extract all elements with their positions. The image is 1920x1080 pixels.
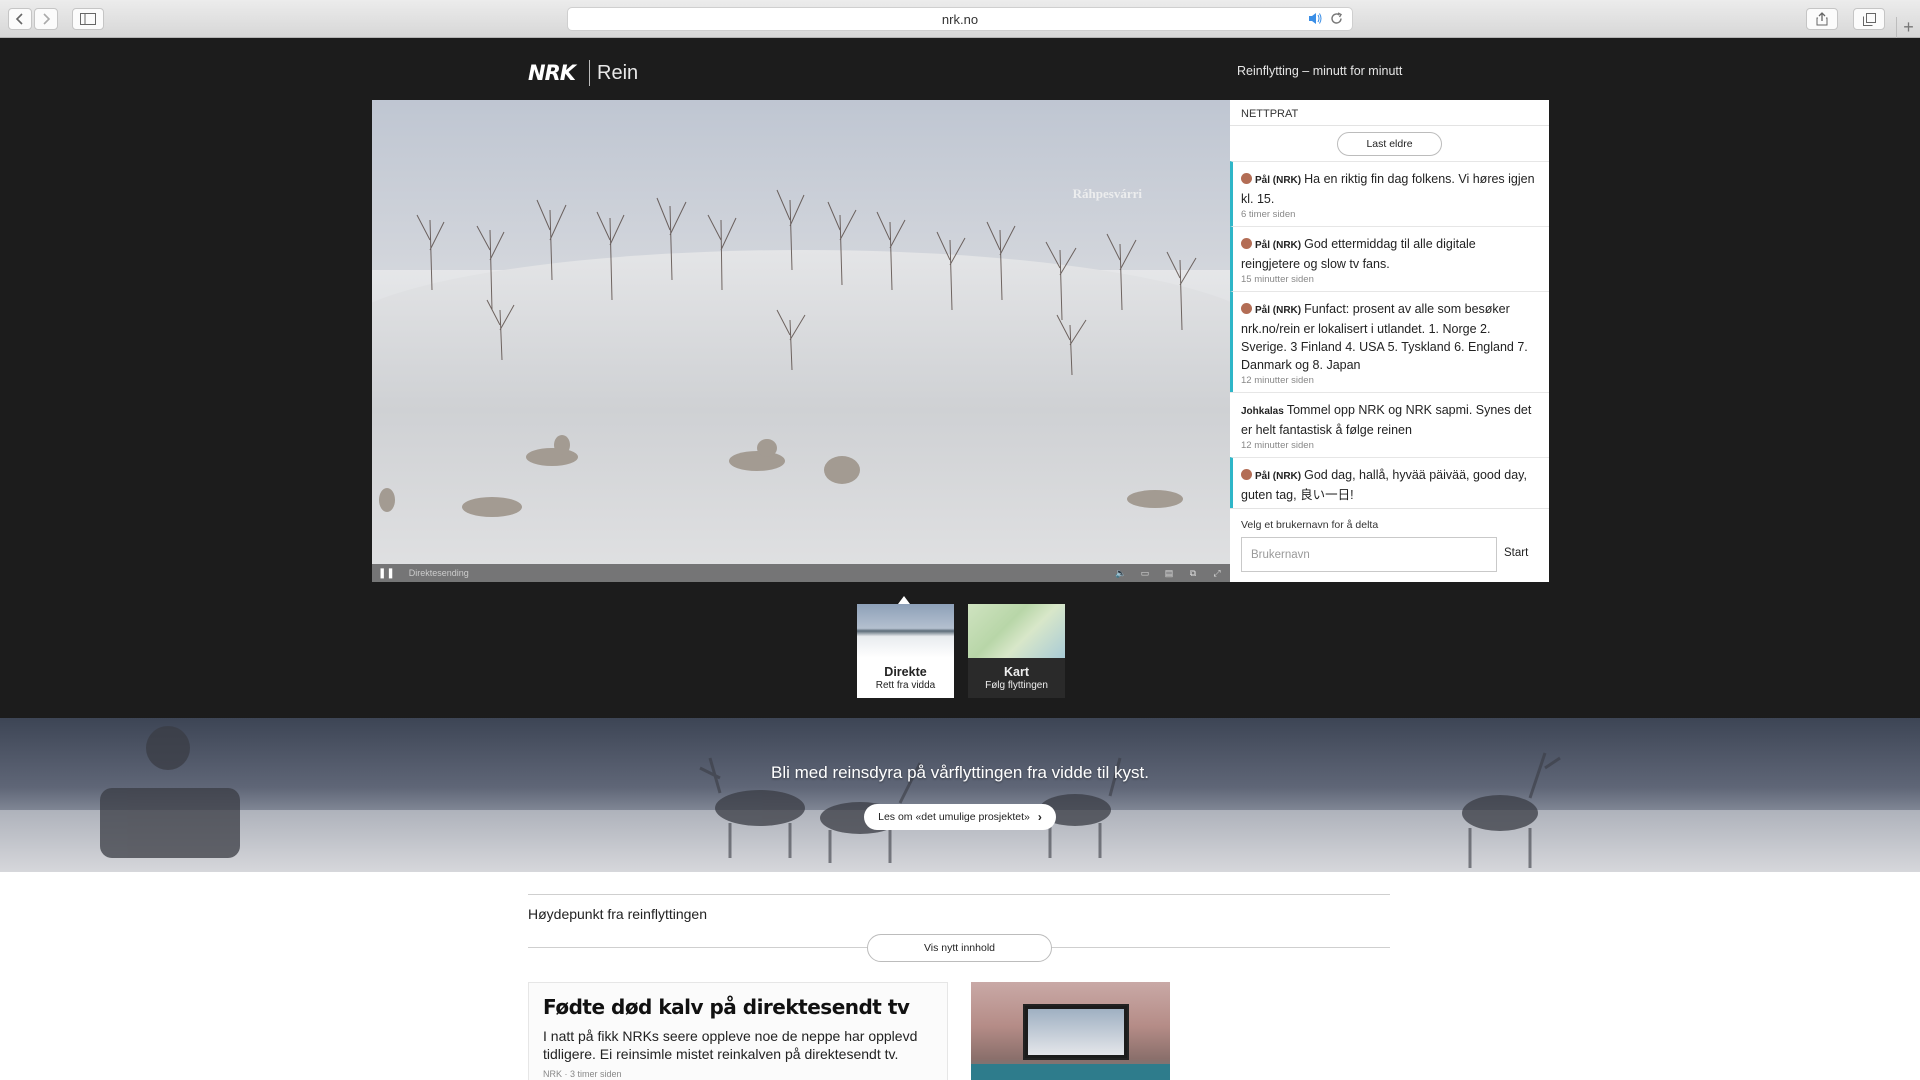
- volume-icon[interactable]: 🔈: [1114, 568, 1128, 578]
- section-name: Rein: [597, 61, 639, 84]
- active-tab-caret: [898, 596, 910, 604]
- share-button[interactable]: [1806, 8, 1838, 30]
- avatar-icon: [1241, 238, 1252, 249]
- live-status: Direktesending: [408, 568, 469, 578]
- chat-author: Johkalas: [1241, 406, 1284, 417]
- chat-message: Pål (NRK) God ettermiddag til alle digita…: [1230, 226, 1549, 291]
- chat-time: 15 minutter siden: [1241, 274, 1314, 285]
- pause-icon[interactable]: ❚❚: [378, 568, 395, 579]
- chat-text: Tommel opp NRK og NRK sapmi. Synes det e…: [1241, 403, 1532, 437]
- join-label: Velg et brukernavn for å delta: [1241, 519, 1379, 531]
- back-button[interactable]: [8, 8, 32, 30]
- show-new-button[interactable]: Vis nytt innhold: [867, 934, 1052, 962]
- avatar-icon: [1241, 469, 1252, 480]
- airplay-icon[interactable]: ▭: [1138, 568, 1152, 578]
- avatar-icon: [1241, 303, 1252, 314]
- sidebar-button[interactable]: [72, 8, 104, 30]
- chat-author: Pål (NRK): [1255, 175, 1302, 186]
- site-logo[interactable]: NRK Rein: [528, 60, 638, 86]
- subtitles-icon[interactable]: ▤: [1162, 568, 1176, 578]
- direkte-thumbnail: [857, 604, 954, 658]
- kart-thumbnail: [968, 604, 1065, 658]
- chat-title: NETTPRAT: [1230, 100, 1549, 126]
- header-link[interactable]: Reinflytting – minutt for minutt: [1237, 64, 1402, 78]
- chat-message-text: Pål (NRK) Funfact: prosent av alle som be…: [1241, 300, 1537, 374]
- video-player[interactable]: Ráhpesvárri ❚❚ Direktesending 🔈 ▭ ▤ ⧉ ⤢: [372, 100, 1230, 582]
- tv-illustration: [1023, 1004, 1129, 1060]
- chat-message: Johkalas Tommel opp NRK og NRK sapmi. Syn…: [1230, 392, 1549, 457]
- back-icon: [15, 13, 25, 25]
- promo-banner: Bli med reinsdyra på vårflyttingen fra v…: [0, 718, 1920, 872]
- cta-label: Les om «det umulige prosjektet»: [878, 811, 1030, 823]
- speaker-icon[interactable]: [1308, 12, 1322, 28]
- banner-reindeer: [100, 726, 1561, 868]
- share-icon: [1816, 12, 1828, 26]
- new-tab-button[interactable]: +: [1896, 17, 1920, 38]
- picture-in-picture-icon[interactable]: ⧉: [1186, 568, 1200, 578]
- plus-icon: +: [1903, 17, 1914, 37]
- chat-time: 6 timer siden: [1241, 209, 1296, 220]
- tab-kart[interactable]: Kart Følg flyttingen: [968, 604, 1065, 698]
- section-divider: [528, 894, 1390, 895]
- chat-message-text: Pål (NRK) Ha en riktig fin dag folkens. V…: [1241, 170, 1537, 208]
- url-text: nrk.no: [941, 11, 979, 27]
- location-overlay: Ráhpesvárri: [1072, 186, 1142, 201]
- site-header: NRK Rein Reinflytting – minutt for minut…: [0, 38, 1920, 100]
- load-older-button[interactable]: Last eldre: [1337, 132, 1442, 156]
- start-button[interactable]: Start: [1504, 547, 1528, 559]
- article-image[interactable]: [971, 982, 1170, 1080]
- chat-message-text: Johkalas Tommel opp NRK og NRK sapmi. Syn…: [1241, 401, 1537, 439]
- chat-message-text: Pål (NRK) God ettermiddag til alle digita…: [1241, 235, 1537, 273]
- browser-toolbar: nrk.no +: [0, 0, 1920, 38]
- tab-subtitle: Følg flyttingen: [985, 680, 1048, 691]
- tabs-icon: [1862, 12, 1876, 26]
- address-bar[interactable]: nrk.no: [567, 7, 1353, 31]
- chat-time: 12 minutter siden: [1241, 440, 1314, 451]
- avatar-icon: [1241, 173, 1252, 184]
- nrk-logo: NRK: [528, 61, 576, 85]
- tv-stand: [971, 1064, 1170, 1080]
- article-title[interactable]: Fødte død kalv på direktesendt tv: [543, 995, 933, 1019]
- chat-message: Pål (NRK) Ha en riktig fin dag folkens. V…: [1230, 161, 1549, 226]
- tabs-button[interactable]: [1853, 8, 1885, 30]
- reload-icon[interactable]: [1330, 12, 1343, 28]
- logo-divider: [589, 60, 591, 86]
- chat-message-text: Pål (NRK) God dag, hallå, hyvää päivää, g…: [1241, 466, 1537, 504]
- fullscreen-icon[interactable]: ⤢: [1210, 568, 1224, 578]
- read-more-button[interactable]: Les om «det umulige prosjektet» ›: [864, 804, 1056, 830]
- tab-subtitle: Rett fra vidda: [875, 680, 936, 691]
- tab-direkte[interactable]: Direkte Rett fra vidda: [857, 604, 954, 698]
- chat-message: Pål (NRK) God dag, hallå, hyvää päivää, g…: [1230, 457, 1549, 510]
- chat-message: Pål (NRK) Funfact: prosent av alle som be…: [1230, 291, 1549, 392]
- forward-icon: [41, 13, 51, 25]
- reindeer-group: [379, 435, 1183, 517]
- article-card[interactable]: Fødte død kalv på direktesendt tv I natt…: [528, 982, 948, 1080]
- forward-button[interactable]: [34, 8, 58, 30]
- chat-author: Pål (NRK): [1255, 305, 1302, 316]
- banner-text: Bli med reinsdyra på vårflyttingen fra v…: [771, 763, 1149, 782]
- chevron-right-icon: ›: [1037, 810, 1042, 824]
- chat-author: Pål (NRK): [1255, 240, 1302, 251]
- tab-title: Direkte: [884, 665, 927, 679]
- article-meta: NRK · 3 timer siden: [543, 1069, 622, 1079]
- video-controls: ❚❚ Direktesending 🔈 ▭ ▤ ⧉ ⤢: [372, 564, 1230, 582]
- username-input[interactable]: [1241, 537, 1497, 572]
- sidebar-icon: [80, 13, 96, 25]
- article-lead: I natt på fikk NRKs seere oppleve noe de…: [543, 1028, 918, 1062]
- tab-title: Kart: [1003, 665, 1029, 679]
- chat-author: Pål (NRK): [1255, 471, 1302, 482]
- chat-time: 12 minutter siden: [1241, 375, 1314, 386]
- section-heading: Høydepunkt fra reinflyttingen: [528, 906, 707, 922]
- chat-panel: NETTPRAT Last eldre Pål (NRK) Ha en rikti…: [1230, 100, 1549, 582]
- video-control-icons: 🔈 ▭ ▤ ⧉ ⤢: [1114, 568, 1224, 578]
- chat-join: Velg et brukernavn for å delta Start: [1230, 508, 1549, 582]
- highlights-section: Høydepunkt fra reinflyttingen Vis nytt i…: [0, 872, 1920, 1080]
